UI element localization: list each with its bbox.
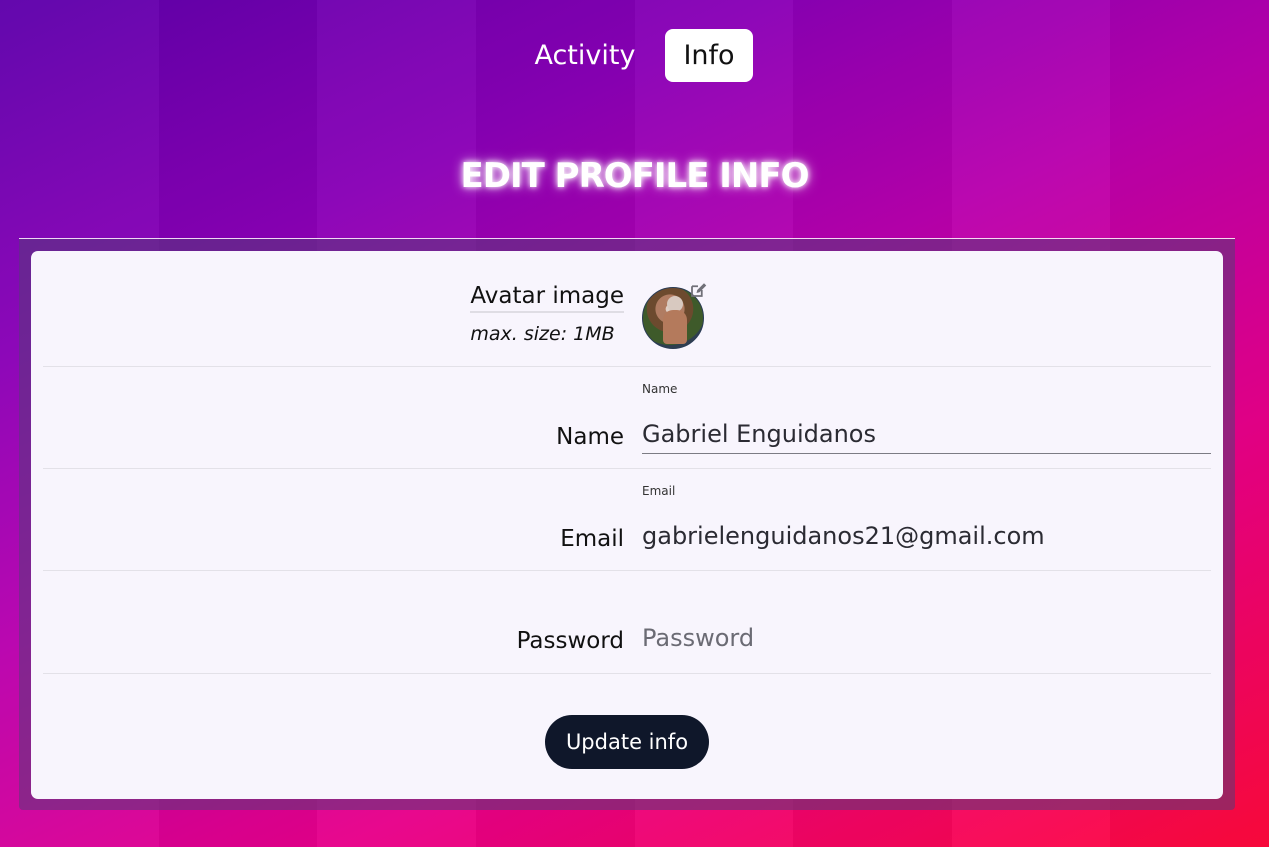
avatar-row: Avatar image max. size: 1MB xyxy=(43,251,1211,367)
name-field: Name xyxy=(642,367,1211,468)
email-floating-label: Email xyxy=(642,484,676,498)
page-title: EDIT PROFILE INFO xyxy=(460,156,810,196)
tab-info[interactable]: Info xyxy=(665,29,753,82)
email-label: Email xyxy=(560,526,624,552)
password-field xyxy=(642,571,1211,673)
tab-activity[interactable]: Activity xyxy=(516,29,653,82)
avatar-body-shape xyxy=(663,310,687,344)
avatar-label: Avatar image xyxy=(470,283,624,313)
email-input[interactable] xyxy=(642,517,1211,555)
avatar-size-hint: max. size: 1MB xyxy=(470,323,615,345)
name-row: Name Name xyxy=(43,367,1211,469)
avatar-field xyxy=(642,251,1211,366)
edit-pencil-icon[interactable] xyxy=(689,281,707,299)
avatar-label-group: Avatar image max. size: 1MB xyxy=(470,283,624,345)
name-floating-label: Name xyxy=(642,382,678,396)
password-label: Password xyxy=(516,628,624,654)
password-row: Password xyxy=(43,571,1211,674)
update-info-button[interactable]: Update info xyxy=(545,715,709,769)
name-input[interactable] xyxy=(642,415,1211,454)
profile-form: Avatar image max. size: 1MB Name Name Em… xyxy=(31,251,1223,799)
name-label: Name xyxy=(556,424,624,450)
password-input[interactable] xyxy=(642,619,1211,657)
email-field: Email xyxy=(642,469,1211,570)
email-row: Email Email xyxy=(43,469,1211,571)
tab-bar: Activity Info xyxy=(0,29,1269,82)
